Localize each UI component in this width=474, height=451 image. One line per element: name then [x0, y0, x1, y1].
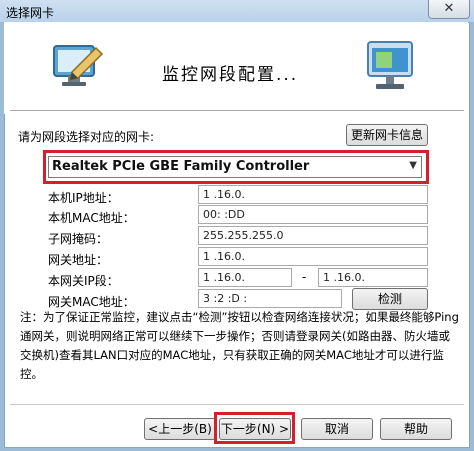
note-text: 注：为了保证正常监控，建议点击“检测”按钮以检查网络连接状况；如果最终能够Pin… — [20, 310, 459, 381]
close-button[interactable]: ✕ — [428, 0, 470, 19]
help-button[interactable]: 帮助 — [380, 418, 452, 440]
segment-label: 本网关IP段： — [48, 274, 119, 288]
close-icon: ✕ — [443, 1, 455, 16]
segment-dash: - — [302, 270, 307, 284]
ip-field[interactable]: 1 .16.0. — [198, 185, 428, 204]
gateway-label: 网关地址： — [48, 253, 109, 267]
ip-label: 本机IP地址： — [48, 191, 119, 205]
banner-divider — [10, 110, 464, 112]
highlight-adapter — [43, 150, 429, 184]
detect-button[interactable]: 检测 — [352, 288, 428, 310]
adapter-prompt: 请为网段选择对应的网卡: — [18, 130, 155, 144]
window-title: 选择网卡 — [6, 6, 55, 20]
back-button[interactable]: <上一步(B) — [144, 418, 216, 440]
highlight-next — [214, 412, 295, 444]
gateway-mac-field[interactable]: 3 :2 :D : — [198, 289, 342, 308]
network-window-icon — [367, 41, 413, 89]
mask-label: 子网掩码： — [48, 232, 109, 246]
mac-label: 本机MAC地址： — [48, 211, 135, 225]
mac-field[interactable]: 00: :DD — [198, 205, 428, 224]
update-adapter-button[interactable]: 更新网卡信息 — [346, 124, 428, 146]
bottom-divider — [10, 404, 464, 405]
banner-title: 监控网段配置... — [162, 65, 299, 85]
mask-field[interactable]: 255.255.255.0 — [198, 226, 428, 245]
segment-start-field[interactable]: 1 .16.0. — [198, 268, 292, 287]
cancel-button[interactable]: 取消 — [301, 418, 373, 440]
gateway-field[interactable]: 1 .16.0. — [198, 247, 428, 266]
title-bar: 选择网卡 ✕ — [0, 0, 474, 22]
segment-end-field[interactable]: 1 .16.0. — [318, 268, 428, 287]
monitor-pencil-icon — [53, 45, 104, 86]
